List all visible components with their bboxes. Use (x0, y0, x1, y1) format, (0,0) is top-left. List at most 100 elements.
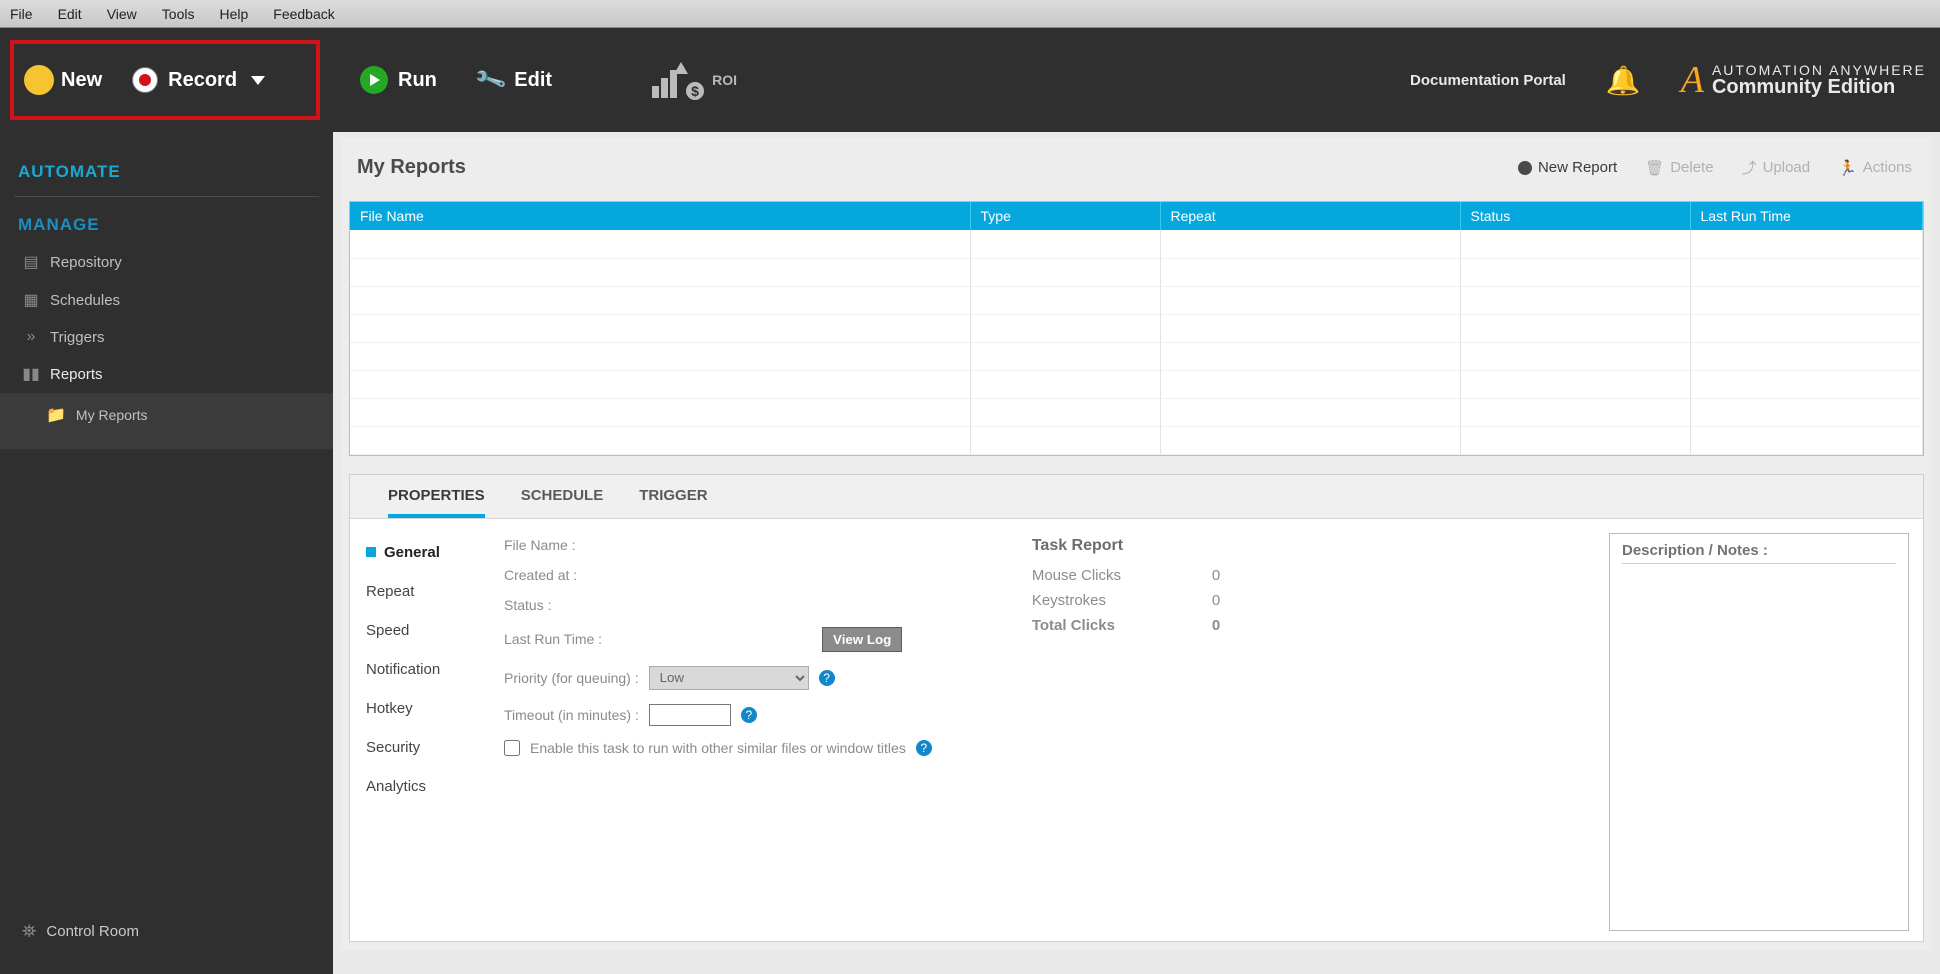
new-button[interactable]: New (27, 68, 102, 92)
menu-feedback[interactable]: Feedback (273, 6, 334, 22)
vtab-security[interactable]: Security (350, 728, 490, 767)
tab-schedule[interactable]: SCHEDULE (521, 475, 604, 518)
task-report-title: Task Report (1032, 537, 1220, 555)
notes-box[interactable]: Description / Notes : (1609, 533, 1909, 932)
notes-head: Description / Notes : (1622, 542, 1896, 564)
sidebar-header-automate[interactable]: AUTOMATE (0, 154, 333, 190)
table-row[interactable] (350, 342, 1923, 370)
table-row[interactable] (350, 398, 1923, 426)
help-icon[interactable]: ? (916, 740, 932, 756)
tab-trigger[interactable]: TRIGGER (639, 475, 707, 518)
control-room-label: Control Room (46, 923, 139, 940)
table-row[interactable] (350, 370, 1923, 398)
caret-down-icon (251, 76, 265, 85)
properties-section: PROPERTIES SCHEDULE TRIGGER General Repe… (349, 474, 1924, 943)
table-row[interactable] (350, 286, 1923, 314)
timeout-input[interactable] (649, 704, 731, 726)
table-row[interactable] (350, 426, 1923, 454)
mouse-clicks-value: 0 (1212, 567, 1220, 584)
form-area: File Name : Created at : Status : Last R… (490, 519, 1609, 942)
priority-select[interactable]: Low (649, 666, 809, 690)
sidebar-control-room[interactable]: ⛯ Control Room (0, 907, 333, 974)
menu-view[interactable]: View (107, 6, 137, 22)
chevrons-icon: » (22, 328, 40, 346)
run-label: Run (398, 69, 437, 92)
trash-icon: 🗑 (1645, 159, 1664, 177)
help-icon[interactable]: ? (741, 707, 757, 723)
run-button[interactable]: Run (360, 66, 437, 94)
sidebar-item-schedules[interactable]: ▦ Schedules (0, 281, 333, 319)
sidebar-sub-my-reports[interactable]: 📁 My Reports (0, 399, 333, 431)
enable-similar-label: Enable this task to run with other simil… (530, 740, 906, 756)
enable-similar-checkbox[interactable] (504, 740, 520, 756)
help-icon[interactable]: ? (819, 670, 835, 686)
actions-label: Actions (1863, 159, 1912, 176)
list-icon: ▤ (22, 252, 40, 272)
table-row[interactable] (350, 314, 1923, 342)
menu-tools[interactable]: Tools (162, 6, 195, 22)
table-body (350, 230, 1923, 454)
upload-button[interactable]: ⤴ Upload (1742, 157, 1811, 178)
table-header-row: File Name Type Repeat Status Last Run Ti… (350, 202, 1923, 230)
menu-file[interactable]: File (10, 6, 33, 22)
mouse-clicks-label: Mouse Clicks (1032, 567, 1142, 584)
sun-icon (27, 68, 51, 92)
new-report-label: New Report (1538, 159, 1617, 176)
general-form: File Name : Created at : Status : Last R… (504, 537, 932, 934)
menu-edit[interactable]: Edit (58, 6, 82, 22)
menu-help[interactable]: Help (219, 6, 248, 22)
barchart-icon: ▮▮ (22, 364, 40, 384)
upload-icon: ⤴ (1742, 157, 1757, 178)
sitemap-icon: ⛯ (22, 921, 36, 942)
col-type[interactable]: Type (970, 202, 1160, 230)
sidebar-header-manage[interactable]: MANAGE (0, 207, 333, 243)
roi-label: ROI (712, 72, 737, 88)
vtab-repeat[interactable]: Repeat (350, 572, 490, 611)
toolbar-right: Documentation Portal 🔔 A AUTOMATION ANYW… (1410, 28, 1926, 132)
sidebar: AUTOMATE MANAGE ▤ Repository ▦ Schedules… (0, 132, 333, 974)
tab-properties[interactable]: PROPERTIES (388, 475, 485, 518)
vtab-notification[interactable]: Notification (350, 650, 490, 689)
record-label: Record (168, 69, 237, 92)
table-row[interactable] (350, 258, 1923, 286)
sidebar-item-reports[interactable]: ▮▮ Reports (0, 355, 333, 393)
col-status[interactable]: Status (1460, 202, 1690, 230)
vtab-general[interactable]: General (350, 533, 490, 572)
vtab-hotkey[interactable]: Hotkey (350, 689, 490, 728)
vertical-tabs: General Repeat Speed Notification Hotkey… (350, 519, 490, 942)
table-row[interactable] (350, 230, 1923, 258)
sidebar-divider (14, 196, 319, 197)
props-body: General Repeat Speed Notification Hotkey… (350, 519, 1923, 942)
vtab-speed[interactable]: Speed (350, 611, 490, 650)
main: AUTOMATE MANAGE ▤ Repository ▦ Schedules… (0, 132, 1940, 974)
edit-button[interactable]: 🔧 Edit (477, 67, 552, 93)
toolbar: New Record Run 🔧 Edit $ ROI Documentatio… (0, 28, 1940, 132)
sidebar-subtree: 📁 My Reports (0, 393, 333, 449)
sidebar-item-label: Triggers (50, 329, 104, 346)
documentation-portal-link[interactable]: Documentation Portal (1410, 72, 1566, 89)
actions-button[interactable]: 🏃 Actions (1838, 159, 1912, 177)
bell-icon[interactable]: 🔔 (1606, 64, 1641, 97)
roi-button[interactable]: $ ROI (652, 62, 737, 98)
total-clicks-value: 0 (1212, 617, 1220, 634)
content: My Reports New Report 🗑 Delete ⤴ Upload (333, 132, 1940, 974)
reports-table[interactable]: File Name Type Repeat Status Last Run Ti… (350, 202, 1923, 455)
new-report-button[interactable]: New Report (1518, 159, 1617, 176)
view-log-button[interactable]: View Log (822, 627, 902, 652)
delete-button[interactable]: 🗑 Delete (1645, 159, 1713, 177)
calendar-icon: ▦ (22, 290, 40, 310)
sidebar-item-repository[interactable]: ▤ Repository (0, 243, 333, 281)
menu-bar: File Edit View Tools Help Feedback (0, 0, 1940, 28)
record-button[interactable]: Record (132, 67, 265, 93)
dot-icon (1518, 161, 1532, 175)
vtab-analytics[interactable]: Analytics (350, 767, 490, 806)
col-repeat[interactable]: Repeat (1160, 202, 1460, 230)
roi-bars-icon: $ (652, 62, 704, 98)
run-small-icon: 🏃 (1838, 159, 1857, 177)
brand-logo: A AUTOMATION ANYWHERE Community Edition (1681, 58, 1926, 102)
sidebar-item-triggers[interactable]: » Triggers (0, 319, 333, 355)
reports-table-wrap: File Name Type Repeat Status Last Run Ti… (349, 201, 1924, 456)
col-last-run[interactable]: Last Run Time (1690, 202, 1923, 230)
col-file-name[interactable]: File Name (350, 202, 970, 230)
toolbar-highlight-box: New Record (10, 40, 320, 120)
